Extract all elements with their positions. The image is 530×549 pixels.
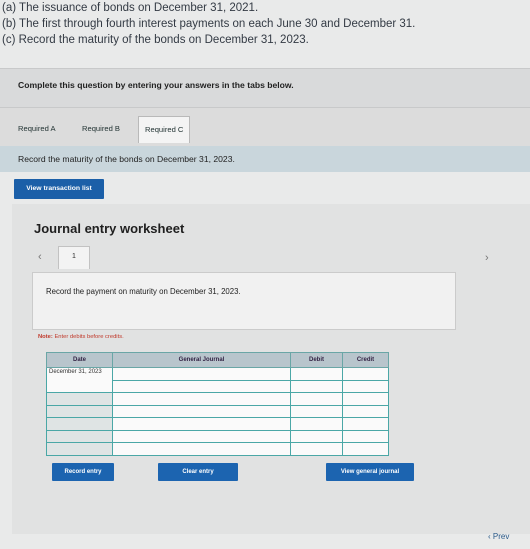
credit-input[interactable] — [342, 417, 389, 431]
table-row: December 31, 2023 — [46, 367, 389, 393]
note-label: Note: — [38, 334, 53, 340]
account-input[interactable] — [112, 442, 291, 456]
question-line-a: (a) The issuance of bonds on December 31… — [2, 2, 259, 14]
debit-input[interactable] — [290, 379, 343, 393]
account-input[interactable] — [112, 404, 291, 418]
debit-input[interactable] — [290, 367, 343, 381]
tab-required-a[interactable]: Required A — [18, 116, 56, 142]
debit-input[interactable] — [290, 442, 343, 456]
worksheet-title: Journal entry worksheet — [34, 221, 185, 236]
note-text: Enter debits before credits. — [54, 334, 124, 340]
account-input[interactable] — [112, 417, 291, 431]
prompt-text: Record the maturity of the bonds on Dece… — [18, 154, 235, 164]
credit-input[interactable] — [342, 429, 389, 443]
credit-input[interactable] — [342, 404, 389, 418]
date-cell-empty — [46, 392, 113, 406]
journal-header-row: Date General Journal Debit Credit — [46, 352, 389, 368]
chevron-left-icon: ‹ — [488, 532, 491, 541]
credit-input[interactable] — [342, 379, 389, 393]
debit-input[interactable] — [290, 417, 343, 431]
table-row — [46, 442, 389, 456]
table-row — [46, 392, 389, 406]
col-header-credit: Credit — [342, 352, 389, 368]
entry-description: Record the payment on maturity on Decemb… — [46, 287, 241, 296]
date-cell-empty — [46, 404, 113, 418]
instructions-text: Complete this question by entering your … — [18, 80, 294, 90]
table-row — [46, 417, 389, 431]
debit-input[interactable] — [290, 404, 343, 418]
entry-page-tab[interactable]: 1 — [58, 246, 90, 269]
account-input[interactable] — [112, 429, 291, 443]
chevron-left-icon[interactable]: ‹ — [38, 251, 42, 263]
debit-input[interactable] — [290, 429, 343, 443]
credit-input[interactable] — [342, 392, 389, 406]
table-row — [46, 429, 389, 443]
credit-input[interactable] — [342, 442, 389, 456]
col-header-debit: Debit — [290, 352, 343, 368]
account-input[interactable] — [112, 392, 291, 406]
record-entry-button[interactable]: Record entry — [52, 463, 114, 481]
account-input[interactable] — [112, 379, 291, 393]
question-line-b: (b) The first through fourth interest pa… — [2, 18, 416, 30]
date-cell: December 31, 2023 — [46, 367, 113, 393]
col-header-general-journal: General Journal — [112, 352, 291, 368]
prev-button[interactable]: ‹ Prev — [488, 532, 509, 541]
prev-label: Prev — [492, 532, 510, 541]
credit-input[interactable] — [342, 367, 389, 381]
date-cell-empty — [46, 442, 113, 456]
journal-table: Date General Journal Debit Credit Decemb… — [46, 352, 389, 458]
view-transaction-list-button[interactable]: View transaction list — [14, 179, 104, 199]
debit-input[interactable] — [290, 392, 343, 406]
note: Note: Enter debits before credits. — [38, 334, 124, 340]
col-header-date: Date — [46, 352, 113, 368]
table-row — [46, 404, 389, 418]
account-input[interactable] — [112, 367, 291, 381]
question-line-c: (c) Record the maturity of the bonds on … — [2, 34, 309, 46]
clear-entry-button[interactable]: Clear entry — [158, 463, 238, 481]
chevron-right-icon[interactable]: › — [485, 252, 489, 264]
view-general-journal-button[interactable]: View general journal — [326, 463, 414, 481]
tab-required-c[interactable]: Required C — [138, 116, 191, 143]
tab-required-b[interactable]: Required B — [82, 116, 120, 142]
date-cell-empty — [46, 417, 113, 431]
date-cell-empty — [46, 429, 113, 443]
entry-description-box — [32, 272, 456, 330]
tabs-strip — [0, 108, 530, 146]
